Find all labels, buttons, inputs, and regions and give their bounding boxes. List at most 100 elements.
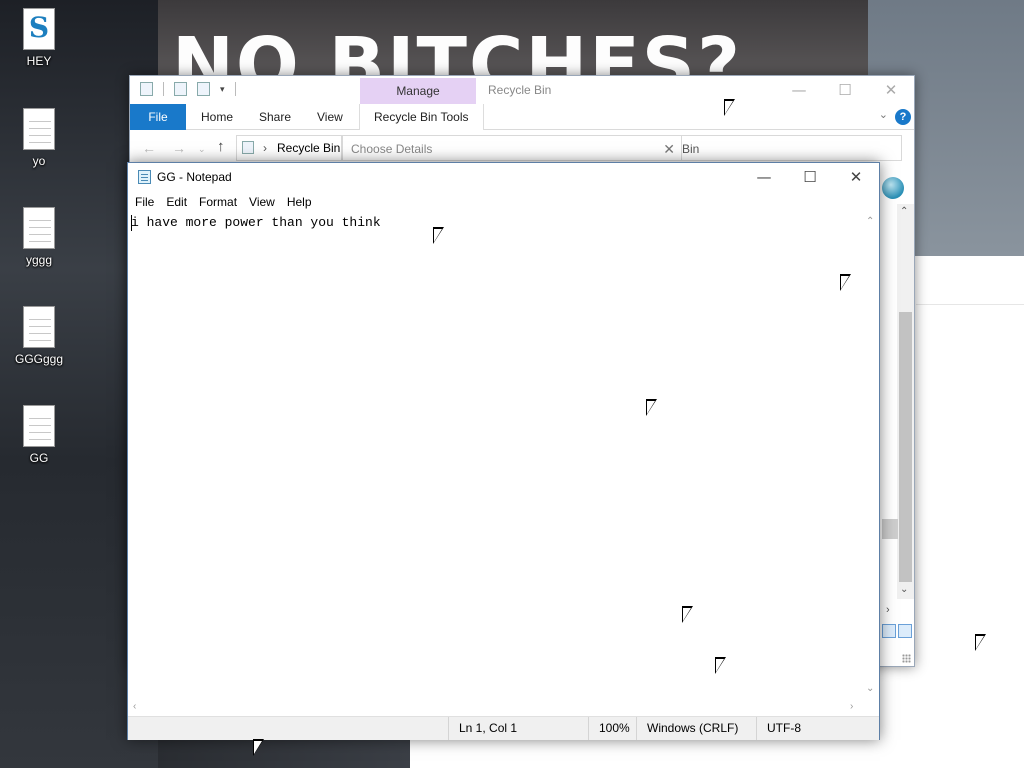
scroll-up-arrow-icon[interactable]: ⌃ — [900, 206, 908, 217]
back-arrow-icon[interactable]: ← — [142, 140, 156, 156]
desktop-icon-label: yggg — [25, 253, 53, 267]
desktop-icon-hey[interactable]: S HEY — [7, 8, 71, 68]
tab-view[interactable]: View — [303, 104, 357, 130]
setup-script-icon: S — [23, 8, 55, 50]
menu-edit[interactable]: Edit — [165, 191, 193, 213]
status-zoom: 100% — [588, 717, 638, 740]
scroll-right-arrow-icon[interactable]: › — [886, 604, 890, 616]
desktop-icon-yo[interactable]: yo — [7, 108, 71, 168]
desktop-icon-label: GG — [29, 451, 49, 465]
mouse-cursor-icon — [433, 227, 444, 244]
customize-toolbar-chevron-icon[interactable]: ▾ — [220, 84, 225, 95]
close-button[interactable]: ✕ — [868, 76, 914, 104]
tab-recycle-bin-tools[interactable]: Recycle Bin Tools — [359, 104, 484, 130]
scroll-down-arrow-icon[interactable]: ⌄ — [866, 683, 874, 694]
breadcrumb-chevron-icon[interactable]: › — [263, 136, 267, 160]
large-icons-view-icon[interactable] — [898, 624, 912, 638]
desktop-icon-gggggg[interactable]: GGGggg — [7, 306, 71, 366]
explorer-vertical-scrollbar[interactable]: ⌃ ⌄ — [897, 204, 914, 599]
mouse-cursor-icon — [253, 739, 264, 756]
tab-file[interactable]: File — [130, 104, 186, 130]
minimize-button[interactable]: — — [741, 163, 787, 191]
document-text[interactable]: i have more power than you think — [131, 215, 381, 230]
status-line-ending: Windows (CRLF) — [636, 717, 756, 740]
quick-access-toolbar: ▾ — [140, 82, 236, 96]
wallpaper-bottom — [158, 738, 410, 768]
status-encoding: UTF-8 — [756, 717, 880, 740]
globe-icon — [882, 177, 904, 199]
help-icon[interactable]: ? — [895, 109, 911, 125]
desktop-icon-gg[interactable]: GG — [7, 405, 71, 465]
notepad-menubar: File Edit Format View Help — [128, 191, 879, 213]
text-caret — [131, 215, 132, 231]
explorer-window-controls: — ☐ ✕ — [776, 76, 914, 104]
notepad-status-bar: Ln 1, Col 1 100% Windows (CRLF) UTF-8 — [128, 716, 879, 740]
address-bar-row: ← → ⌄ ↑ › Recycle Bin Choose Details ✕ B… — [130, 132, 914, 164]
choose-details-dropdown[interactable]: Choose Details ✕ — [342, 135, 682, 161]
dropdown-placeholder: Choose Details — [351, 142, 433, 156]
scroll-right-arrow-icon[interactable]: › — [850, 701, 853, 712]
recycle-bin-icon[interactable] — [140, 82, 153, 96]
properties-icon[interactable] — [174, 82, 187, 96]
minimize-button[interactable]: — — [776, 76, 822, 104]
new-folder-icon[interactable] — [197, 82, 210, 96]
notepad-text-area[interactable]: i have more power than you think — [128, 213, 864, 699]
notepad-window-controls: — ☐ ✕ — [741, 163, 879, 191]
mouse-cursor-icon — [682, 606, 693, 623]
toolbar-separator — [234, 82, 236, 96]
text-file-icon — [23, 108, 55, 150]
menu-help[interactable]: Help — [286, 191, 318, 213]
scrollbar-corner — [862, 699, 879, 716]
mouse-cursor-icon — [715, 657, 726, 674]
close-button[interactable]: ✕ — [833, 163, 879, 191]
notepad-titlebar[interactable]: GG - Notepad — ☐ ✕ — [128, 163, 879, 191]
text-file-icon — [23, 306, 55, 348]
tab-share[interactable]: Share — [245, 104, 305, 130]
desktop-icon-label: HEY — [26, 54, 52, 68]
manage-context-tab[interactable]: Manage — [360, 78, 476, 104]
mouse-cursor-icon — [975, 634, 986, 651]
scroll-down-arrow-icon[interactable]: ⌄ — [900, 584, 908, 595]
divider — [916, 304, 1024, 305]
desktop-icon-yggg[interactable]: yggg — [7, 207, 71, 267]
scroll-up-arrow-icon[interactable]: ⌃ — [866, 216, 874, 227]
scrollbar-thumb[interactable] — [899, 312, 912, 582]
menu-format[interactable]: Format — [198, 191, 243, 213]
maximize-button[interactable]: ☐ — [787, 163, 833, 191]
breadcrumb-recycle-bin[interactable]: Recycle Bin — [277, 141, 340, 155]
text-file-icon — [23, 405, 55, 447]
desktop-icon-label: GGGggg — [14, 352, 64, 366]
mouse-cursor-icon — [646, 399, 657, 416]
close-icon[interactable]: ✕ — [663, 136, 675, 162]
scroll-left-arrow-icon[interactable]: ‹ — [133, 701, 136, 712]
address-bar-tail[interactable]: Bin — [682, 135, 902, 161]
address-tail-text: Bin — [682, 142, 700, 156]
tab-home[interactable]: Home — [187, 104, 247, 130]
meme-text: NO BITCHES? — [172, 22, 743, 78]
expand-ribbon-chevron-icon[interactable]: ⌄ — [879, 108, 888, 121]
details-view-icon[interactable] — [882, 624, 896, 638]
menu-view[interactable]: View — [248, 191, 281, 213]
resize-grip-icon[interactable] — [902, 654, 911, 663]
forward-arrow-icon[interactable]: → — [172, 140, 186, 156]
up-arrow-icon[interactable]: ↑ — [217, 138, 225, 155]
notepad-horizontal-scrollbar[interactable]: ‹ › — [128, 699, 864, 716]
ribbon-tabs: File Home Share View Recycle Bin Tools ⌄… — [130, 104, 914, 130]
maximize-button[interactable]: ☐ — [822, 76, 868, 104]
wallpaper-meme: NO BITCHES? — [158, 0, 870, 78]
explorer-title: Recycle Bin — [488, 83, 552, 97]
scrollbar-thumb[interactable] — [882, 519, 898, 539]
view-toggle-buttons — [882, 624, 912, 638]
recycle-bin-icon — [242, 141, 254, 154]
address-bar[interactable]: › Recycle Bin — [236, 135, 342, 161]
mouse-cursor-icon — [724, 99, 735, 116]
notepad-window: GG - Notepad — ☐ ✕ File Edit Format View… — [127, 162, 880, 740]
menu-file[interactable]: File — [134, 191, 160, 213]
status-cursor-position: Ln 1, Col 1 — [448, 717, 588, 740]
explorer-titlebar[interactable]: ▾ Manage Recycle Bin — ☐ ✕ — [130, 76, 914, 104]
notepad-icon — [138, 170, 151, 184]
recent-locations-chevron-icon[interactable]: ⌄ — [198, 144, 206, 155]
notepad-title: GG - Notepad — [157, 170, 232, 184]
notepad-vertical-scrollbar[interactable]: ⌃ ⌄ — [862, 213, 879, 699]
mouse-cursor-icon — [840, 274, 851, 291]
